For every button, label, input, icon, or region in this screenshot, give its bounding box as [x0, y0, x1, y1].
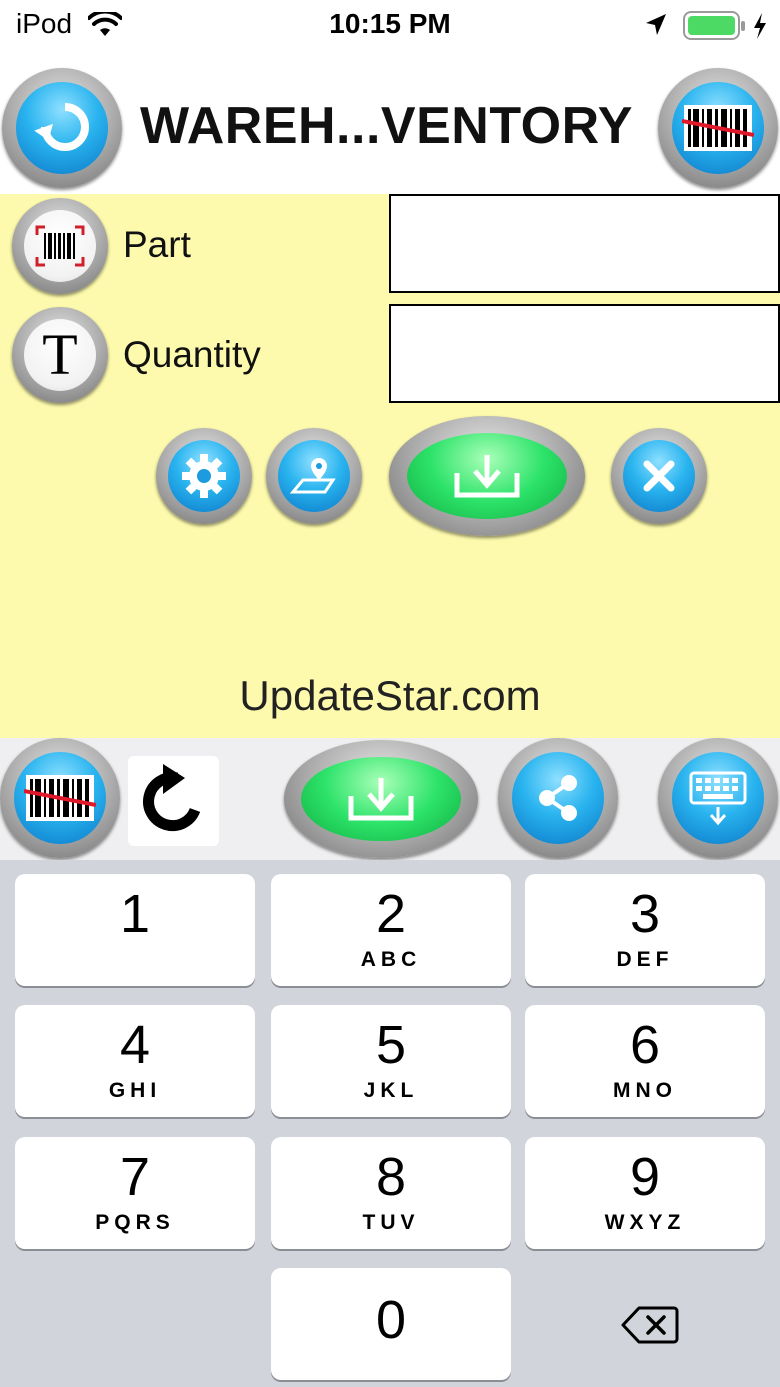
- save-button[interactable]: [389, 416, 585, 536]
- map-location-icon: [277, 439, 351, 513]
- key-letters: ABC: [360, 948, 422, 971]
- key-number: 7: [119, 1147, 151, 1207]
- back-button[interactable]: [2, 68, 122, 188]
- settings-gear-icon: [167, 439, 241, 513]
- refresh-icon: [142, 764, 200, 832]
- key-number: 1: [119, 884, 151, 944]
- key-number: 8: [375, 1147, 407, 1207]
- hide-keyboard-button[interactable]: [658, 738, 778, 858]
- quantity-label: Quantity: [123, 334, 261, 375]
- share-button[interactable]: [498, 738, 618, 858]
- key-number: 0: [375, 1290, 407, 1350]
- download-icon: [301, 756, 461, 842]
- toolbar-save-button[interactable]: [284, 740, 478, 858]
- key-letters: JKL: [363, 1079, 419, 1102]
- inventory-form: Part T Quantity: [0, 194, 780, 738]
- quantity-text-button[interactable]: T: [12, 307, 108, 403]
- key-number: 5: [375, 1015, 407, 1075]
- location-arrow-icon: [646, 14, 666, 35]
- share-icon: [512, 752, 604, 844]
- page-title: WAREH...VENTORY: [140, 97, 633, 155]
- key-number: 2: [375, 884, 407, 944]
- backspace-key[interactable]: [590, 1290, 710, 1360]
- key-letters: GHI: [108, 1079, 162, 1102]
- barcode-scan-icon: [672, 82, 764, 174]
- key-9[interactable]: 9 WXYZ: [525, 1137, 765, 1249]
- barcode-icon: [23, 209, 97, 283]
- key-number: 6: [629, 1015, 661, 1075]
- status-bar: iPod 10:15 PM: [0, 0, 780, 56]
- battery-icon: [683, 11, 745, 40]
- key-8[interactable]: 8 TUV: [271, 1137, 511, 1249]
- key-6[interactable]: 6 MNO: [525, 1005, 765, 1117]
- text-t-icon: T: [23, 318, 97, 392]
- key-letters: PQRS: [95, 1211, 175, 1234]
- part-scan-button[interactable]: [12, 198, 108, 294]
- key-5[interactable]: 5 JKL: [271, 1005, 511, 1117]
- keyboard-hide-icon: [672, 752, 764, 844]
- key-number: 4: [119, 1015, 151, 1075]
- close-x-icon: [622, 439, 696, 513]
- barcode-scan-icon: [14, 752, 106, 844]
- key-7[interactable]: 7 PQRS: [15, 1137, 255, 1249]
- key-letters: TUV: [362, 1211, 420, 1234]
- key-2[interactable]: 2 ABC: [271, 874, 511, 986]
- key-number: 9: [629, 1147, 661, 1207]
- key-number: 3: [629, 884, 661, 944]
- clear-button[interactable]: [611, 428, 707, 524]
- key-letters: DEF: [616, 948, 674, 971]
- refresh-button[interactable]: [128, 756, 219, 846]
- key-letters: WXYZ: [604, 1211, 686, 1234]
- quantity-field[interactable]: [389, 304, 780, 403]
- part-field[interactable]: [389, 194, 780, 293]
- key-1[interactable]: 1: [15, 874, 255, 986]
- part-label: Part: [123, 224, 191, 265]
- map-location-button[interactable]: [266, 428, 362, 524]
- charging-bolt-icon: [754, 13, 766, 39]
- watermark-text: UpdateStar.com: [239, 672, 541, 719]
- key-0[interactable]: 0: [271, 1268, 511, 1380]
- settings-button[interactable]: [156, 428, 252, 524]
- toolbar-scan-button[interactable]: [0, 738, 120, 858]
- download-icon: [406, 432, 568, 520]
- key-3[interactable]: 3 DEF: [525, 874, 765, 986]
- back-arrow-icon: [16, 82, 108, 174]
- backspace-icon: [621, 1306, 679, 1344]
- key-letters: MNO: [613, 1079, 677, 1102]
- key-4[interactable]: 4 GHI: [15, 1005, 255, 1117]
- scan-button[interactable]: [658, 68, 778, 188]
